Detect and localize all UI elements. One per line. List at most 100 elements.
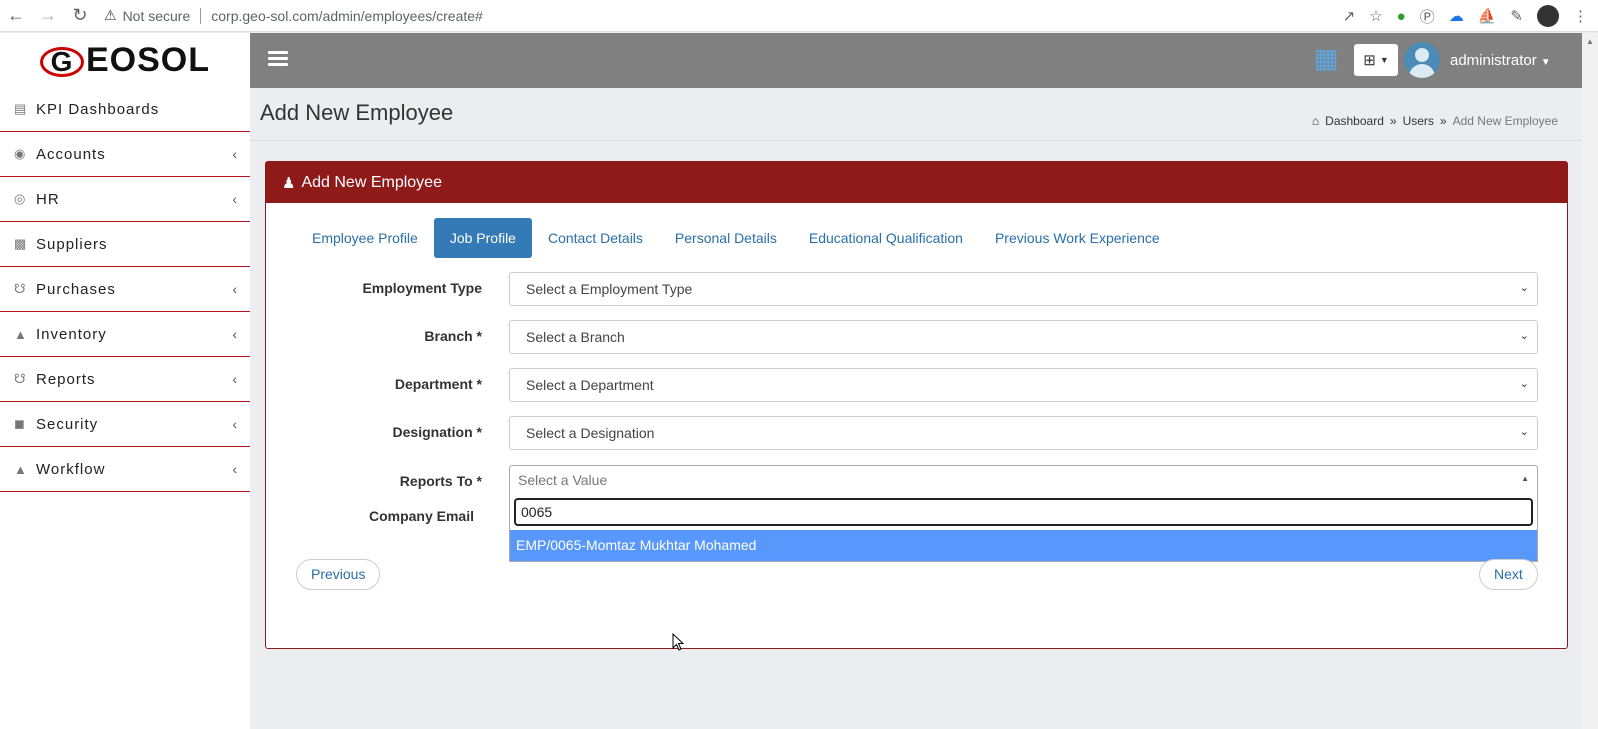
sitemap-icon: ▲ (14, 461, 28, 477)
share-icon[interactable]: ↗ (1343, 7, 1356, 25)
hamburger-icon[interactable] (268, 51, 288, 69)
page-scrollbar[interactable]: ▲ (1582, 33, 1598, 729)
tab-job-profile[interactable]: Job Profile (433, 218, 532, 258)
chevron-left-icon: ‹ (232, 461, 238, 477)
browser-menu-icon[interactable]: ⋮ (1573, 7, 1588, 25)
tab-previous-work-experience[interactable]: Previous Work Experience (979, 218, 1176, 258)
sidebar-item-hr[interactable]: ◎ HR ‹ (0, 177, 250, 222)
page-title: Add New Employee (260, 100, 454, 125)
reports-to-search-input[interactable]: 0065 (514, 498, 1533, 526)
logo-text: EOSOL (85, 40, 211, 79)
browser-actions: ↗ ☆ ● Ⓟ ☁ ⛵ ✎ ⋮ (1343, 0, 1588, 32)
extension-h-icon[interactable]: Ⓟ (1420, 6, 1435, 27)
lock-icon: ◼ (14, 416, 26, 431)
chevron-down-icon: ⌄ (1519, 378, 1529, 390)
employment-type-label: Employment Type (362, 280, 482, 296)
sidebar-item-label: Purchases (36, 280, 116, 298)
sidebar-item-reports[interactable]: ☋ Reports ‹ (0, 357, 250, 402)
sidebar-item-kpi-dashboards[interactable]: ▤ KPI Dashboards (0, 87, 250, 132)
sidebar-item-label: KPI Dashboards (36, 100, 160, 118)
breadcrumb-users[interactable]: Users (1403, 114, 1434, 128)
sidebar-item-label: Suppliers (36, 235, 108, 253)
username-label: administrator (1450, 52, 1537, 69)
breadcrumb-separator: » (1389, 114, 1397, 128)
tab-educational-qualification[interactable]: Educational Qualification (793, 218, 979, 258)
department-select[interactable]: Select a Department ⌄ (509, 368, 1538, 402)
chevron-left-icon: ‹ (232, 416, 238, 432)
company-email-label: Company Email (368, 508, 474, 524)
breadcrumb-dashboard[interactable]: Dashboard (1325, 114, 1384, 128)
sidebar-item-label: Accounts (36, 145, 106, 163)
next-button[interactable]: Next (1479, 559, 1538, 590)
cart-icon: ☋ (14, 371, 27, 386)
forward-icon[interactable]: → (32, 0, 64, 32)
user-add-icon: ♟ (282, 174, 296, 192)
award-icon: ◎ (14, 191, 27, 206)
branch-select[interactable]: Select a Branch ⌄ (509, 320, 1538, 354)
store-icon[interactable]: ▦ (1314, 43, 1346, 75)
extension-green-icon[interactable]: ● (1397, 8, 1406, 25)
caret-down-icon: ▼ (1379, 55, 1389, 65)
chevron-left-icon: ‹ (232, 146, 238, 162)
sidebar-item-security[interactable]: ◼ Security ‹ (0, 402, 250, 447)
tab-employee-profile[interactable]: Employee Profile (296, 218, 434, 258)
employment-type-select[interactable]: Select a Employment Type ⌄ (509, 272, 1538, 306)
department-row: Department * Select a Department ⌄ (266, 368, 1569, 402)
logo[interactable]: G EOSOL (0, 33, 250, 87)
chevron-left-icon: ‹ (232, 281, 238, 297)
quick-add-button[interactable]: ⊞ ▼ (1354, 44, 1398, 76)
dropdown-option[interactable]: EMP/0065-Momtaz Mukhtar Mohamed (510, 530, 1537, 561)
select-placeholder: Select a Value (518, 472, 608, 488)
puzzle-icon[interactable]: ✎ (1510, 7, 1523, 25)
employment-type-row: Employment Type Select a Employment Type… (266, 272, 1569, 306)
employee-form-panel: ♟ Add New Employee Employee Profile Job … (265, 161, 1568, 649)
sidebar-item-suppliers[interactable]: ▩ Suppliers (0, 222, 250, 267)
sitemap-icon: ▲ (14, 326, 28, 342)
home-icon: ⌂ (1311, 114, 1320, 128)
browser-toolbar: ← → ↻ ⚠ Not secure corp.geo-sol.com/admi… (0, 0, 1598, 32)
user-menu[interactable]: administrator ▼ (1450, 52, 1551, 69)
star-icon[interactable]: ☆ (1369, 7, 1382, 25)
avatar[interactable] (1404, 42, 1440, 78)
designation-select[interactable]: Select a Designation ⌄ (509, 416, 1538, 450)
breadcrumb: ⌂ Dashboard » Users » Add New Employee (1312, 114, 1558, 128)
back-icon[interactable]: ← (0, 0, 32, 32)
truck-icon: ▩ (14, 236, 28, 251)
sidebar-item-purchases[interactable]: ☋ Purchases ‹ (0, 267, 250, 312)
reload-icon[interactable]: ↻ (64, 0, 96, 32)
tab-personal-details[interactable]: Personal Details (659, 218, 793, 258)
address-bar[interactable]: ⚠ Not secure corp.geo-sol.com/admin/empl… (104, 7, 483, 24)
designation-row: Designation * Select a Designation ⌄ (266, 416, 1569, 450)
reports-to-row: Reports To * Select a Value ▲ 0065 EMP/0… (266, 465, 1569, 562)
page-divider (250, 140, 1582, 141)
sidebar-item-label: Reports (36, 370, 96, 388)
branch-row: Branch * Select a Branch ⌄ (266, 320, 1569, 354)
reports-to-select[interactable]: Select a Value ▲ (509, 465, 1538, 494)
top-header: ▦ ⊞ ▼ administrator ▼ (250, 33, 1582, 88)
panel-title: Add New Employee (301, 173, 442, 191)
breadcrumb-separator: » (1439, 114, 1447, 128)
security-label: Not secure (122, 7, 191, 24)
select-value: Select a Branch (526, 329, 625, 345)
sidebar-item-workflow[interactable]: ▲ Workflow ‹ (0, 447, 250, 492)
form-tabs: Employee Profile Job Profile Contact Det… (296, 218, 1176, 258)
chevron-left-icon: ‹ (232, 326, 238, 342)
caret-down-icon: ▼ (1540, 57, 1551, 68)
chevron-left-icon: ‹ (232, 371, 238, 387)
sidebar-item-label: HR (36, 190, 60, 208)
breadcrumb-current: Add New Employee (1452, 114, 1558, 128)
chevron-down-icon: ⌄ (1519, 282, 1529, 294)
reports-to-label: Reports To * (399, 473, 482, 489)
sidebar-item-inventory[interactable]: ▲ Inventory ‹ (0, 312, 250, 357)
extension-ship-icon[interactable]: ⛵ (1478, 7, 1497, 25)
previous-button[interactable]: Previous (296, 559, 381, 590)
cloud-icon[interactable]: ☁ (1449, 7, 1464, 25)
sidebar: G EOSOL ▤ KPI Dashboards ◉ Accounts ‹ ◎ H… (0, 33, 250, 729)
profile-avatar[interactable] (1537, 5, 1559, 27)
url-text[interactable]: corp.geo-sol.com/admin/employees/create# (211, 8, 483, 24)
sidebar-item-accounts[interactable]: ◉ Accounts ‹ (0, 132, 250, 177)
warning-icon: ⚠ (104, 7, 117, 23)
reports-to-dropdown: 0065 EMP/0065-Momtaz Mukhtar Mohamed (509, 494, 1538, 562)
scroll-up-icon[interactable]: ▲ (1582, 37, 1598, 46)
tab-contact-details[interactable]: Contact Details (532, 218, 659, 258)
